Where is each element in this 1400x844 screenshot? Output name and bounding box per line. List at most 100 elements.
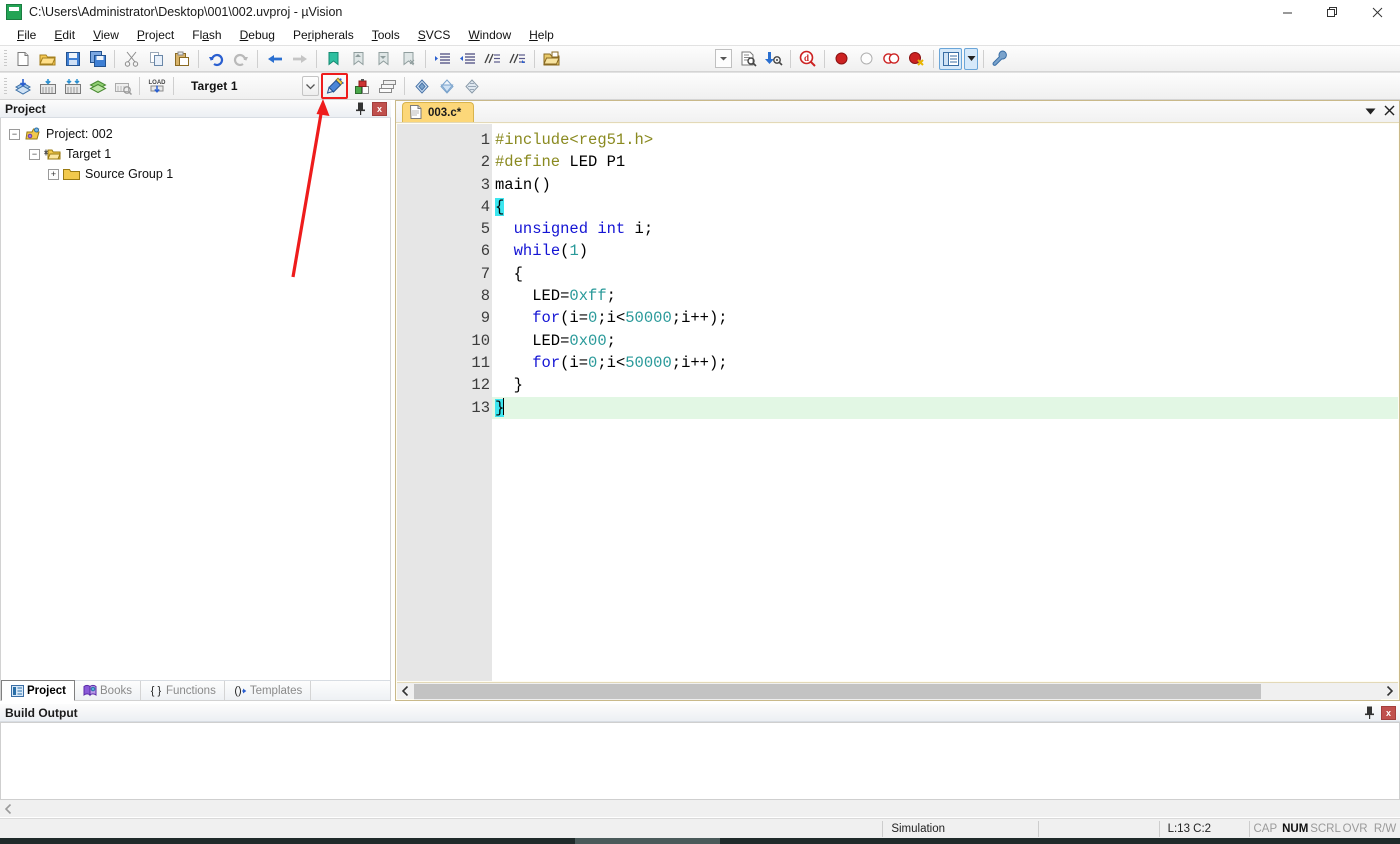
options-for-target-icon[interactable] <box>323 75 346 97</box>
bookmark-next-icon[interactable] <box>372 48 395 70</box>
code-token-number: 0 <box>588 309 598 328</box>
menu-project[interactable]: Project <box>128 26 183 44</box>
kill-all-breakpoints-icon[interactable] <box>905 48 928 70</box>
menu-flash[interactable]: Flash <box>183 26 230 44</box>
manage-run-time-env-icon[interactable] <box>351 75 374 97</box>
close-icon[interactable] <box>1384 103 1395 121</box>
scrollbar-track[interactable] <box>414 682 1381 700</box>
menu-tools[interactable]: Tools <box>363 26 409 44</box>
code-editor[interactable]: 1 2 3 4 5 6 7 8 9 10 11 12 13 #include<r… <box>397 124 1398 681</box>
save-all-icon[interactable] <box>86 48 109 70</box>
navigate-forward-icon[interactable] <box>288 48 311 70</box>
expander-minus-icon[interactable]: − <box>29 148 40 160</box>
disable-all-breakpoints-icon[interactable] <box>880 48 903 70</box>
toolbar-separator <box>173 77 174 95</box>
editor-tab-003c[interactable]: 003.c* <box>402 102 475 122</box>
download-icon[interactable]: LOAD <box>145 75 168 97</box>
cut-icon[interactable] <box>120 48 143 70</box>
toolbar-grip[interactable] <box>4 50 7 67</box>
scrollbar-thumb[interactable] <box>414 683 1261 699</box>
code-text[interactable]: #include<reg51.h> #define LED P1 main() … <box>492 124 1398 681</box>
configure-tools-icon[interactable] <box>989 48 1012 70</box>
open-file-icon[interactable] <box>36 48 59 70</box>
menu-debug[interactable]: Debug <box>231 26 284 44</box>
pin-icon[interactable] <box>1363 706 1376 720</box>
manage-project-items-icon[interactable] <box>376 75 399 97</box>
toolbar-separator <box>198 49 199 68</box>
close-icon[interactable] <box>1355 0 1400 24</box>
bookmark-prev-icon[interactable] <box>347 48 370 70</box>
minimize-icon[interactable] <box>1265 0 1310 24</box>
quick-find-icon[interactable]: d <box>796 48 819 70</box>
build-target-icon[interactable] <box>36 75 59 97</box>
tab-books[interactable]: Books <box>75 681 141 700</box>
target-selector[interactable]: Target 1 <box>182 76 319 96</box>
find-next-icon[interactable] <box>762 48 785 70</box>
svcs-checkin-icon[interactable] <box>410 75 433 97</box>
paste-icon[interactable] <box>170 48 193 70</box>
comment-icon[interactable] <box>481 48 504 70</box>
window-layout-icon[interactable] <box>939 47 962 70</box>
line-number: 11 <box>471 353 490 372</box>
tree-node-project[interactable]: − Project: 002 <box>1 124 390 144</box>
bookmark-toggle-icon[interactable] <box>322 48 345 70</box>
new-file-icon[interactable] <box>11 48 34 70</box>
menu-file[interactable]: File <box>8 26 45 44</box>
insert-breakpoint-icon[interactable] <box>830 48 853 70</box>
uncomment-icon[interactable] <box>506 48 529 70</box>
line-number-gutter: 1 2 3 4 5 6 7 8 9 10 11 12 13 <box>397 124 492 681</box>
menu-help[interactable]: Help <box>520 26 563 44</box>
menu-edit[interactable]: Edit <box>45 26 84 44</box>
tab-templates[interactable]: () Templates <box>225 681 312 700</box>
close-icon[interactable]: x <box>1381 705 1396 720</box>
disable-breakpoint-icon[interactable] <box>855 48 878 70</box>
chevron-left-icon[interactable] <box>397 683 414 700</box>
copy-icon[interactable] <box>145 48 168 70</box>
open-folder-icon[interactable] <box>540 48 563 70</box>
chevron-down-icon[interactable] <box>302 76 319 96</box>
undo-icon[interactable] <box>204 48 227 70</box>
tree-node-source-group[interactable]: + Source Group 1 <box>1 164 390 184</box>
combo-dropdown-icon[interactable] <box>712 48 735 70</box>
navigate-back-icon[interactable] <box>263 48 286 70</box>
build-output-scrollbar[interactable] <box>0 800 1400 817</box>
toolbar-separator <box>114 49 115 68</box>
layout-dropdown-icon[interactable] <box>964 47 978 70</box>
tab-functions[interactable]: { } Functions <box>141 681 225 700</box>
indent-decrease-icon[interactable] <box>456 48 479 70</box>
save-icon[interactable] <box>61 48 84 70</box>
tab-project[interactable]: Project <box>1 680 75 701</box>
editor-area: 003.c* 1 2 3 4 5 6 7 8 9 10 11 12 13 #in… <box>395 100 1400 701</box>
status-bar: Simulation L:13 C:2 CAP NUM SCRL OVR R/W <box>0 818 1400 838</box>
chevron-left-icon[interactable] <box>0 800 17 817</box>
svcs-undo-checkout-icon[interactable] <box>460 75 483 97</box>
code-token-keyword: unsigned int <box>513 220 626 239</box>
close-icon[interactable]: x <box>372 101 387 116</box>
svcs-checkout-icon[interactable] <box>435 75 458 97</box>
menu-svcs[interactable]: SVCS <box>409 26 460 44</box>
expander-minus-icon[interactable]: − <box>9 128 20 140</box>
pin-icon[interactable] <box>354 102 367 116</box>
editor-horizontal-scrollbar[interactable] <box>397 682 1398 700</box>
menu-peripherals[interactable]: Peripherals <box>284 26 363 44</box>
restore-icon[interactable] <box>1310 0 1355 24</box>
toolbar-grip[interactable] <box>4 77 7 95</box>
menu-view[interactable]: View <box>84 26 128 44</box>
code-line-7: { <box>492 263 1398 285</box>
batch-build-icon[interactable] <box>86 75 109 97</box>
indent-increase-icon[interactable] <box>431 48 454 70</box>
redo-icon[interactable] <box>229 48 252 70</box>
stop-build-icon[interactable] <box>111 75 134 97</box>
uvision-logo-icon <box>6 4 22 20</box>
project-tree[interactable]: − Project: 002 − Target 1 + Source Group… <box>0 118 391 680</box>
build-output-text[interactable] <box>0 722 1400 800</box>
bookmark-clear-icon[interactable] <box>397 48 420 70</box>
chevron-down-icon[interactable] <box>1365 103 1376 121</box>
expander-plus-icon[interactable]: + <box>48 168 59 180</box>
translate-file-icon[interactable] <box>11 75 34 97</box>
tree-node-target[interactable]: − Target 1 <box>1 144 390 164</box>
chevron-right-icon[interactable] <box>1381 683 1398 700</box>
find-in-files-icon[interactable] <box>737 48 760 70</box>
rebuild-all-icon[interactable] <box>61 75 84 97</box>
menu-window[interactable]: Window <box>459 26 520 44</box>
